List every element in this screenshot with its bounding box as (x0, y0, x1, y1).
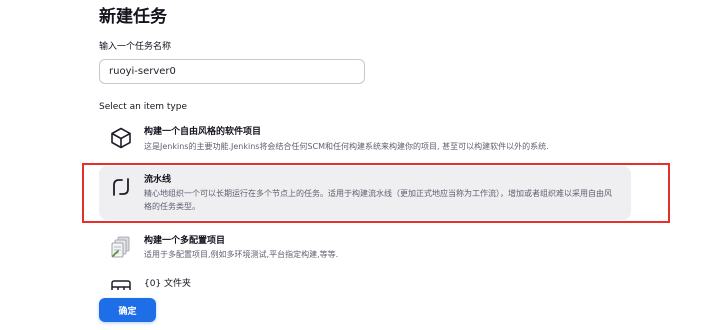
item-type-freestyle[interactable]: 构建一个自由风格的软件项目 这是Jenkins的主要功能.Jenkins将会结合… (99, 120, 631, 160)
page-title: 新建任务 (99, 7, 167, 27)
item-type-description: 这是Jenkins的主要功能.Jenkins将会结合任何SCM和任何构建系统来构… (144, 142, 549, 151)
item-type-multi-configuration[interactable]: 构建一个多配置项目 适用于多配置项目,例如多环境测试,平台指定构建,等等. (99, 229, 631, 269)
item-name-label: 输入一个任务名称 (99, 42, 172, 52)
item-type-label: Select an item type (99, 102, 188, 112)
item-type-title: {0} 文件夹 (144, 279, 192, 289)
selection-highlight-box (82, 163, 670, 223)
item-type-title: 构建一个多配置项目 (144, 236, 226, 246)
ok-button[interactable]: 确定 (99, 298, 156, 322)
freestyle-cube-icon (109, 126, 133, 150)
item-type-description: 适用于多配置项目,例如多环境测试,平台指定构建,等等. (144, 250, 339, 259)
item-name-input[interactable] (99, 59, 365, 84)
multi-configuration-icon (109, 235, 133, 259)
item-type-title: 构建一个自由风格的软件项目 (144, 127, 262, 137)
